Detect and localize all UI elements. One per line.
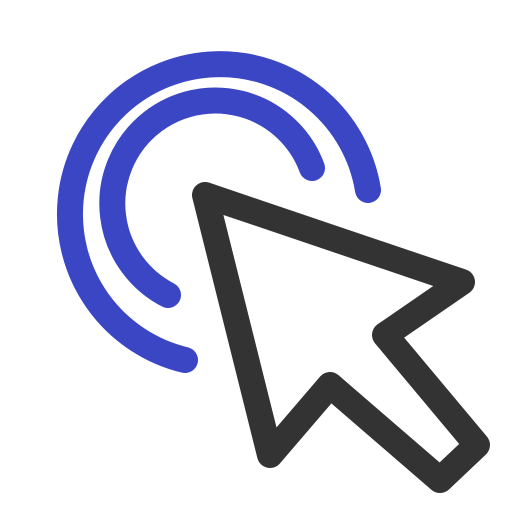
click-cursor-icon [0,0,512,512]
click-cursor-svg [56,51,490,493]
cursor-arrow [192,182,490,493]
